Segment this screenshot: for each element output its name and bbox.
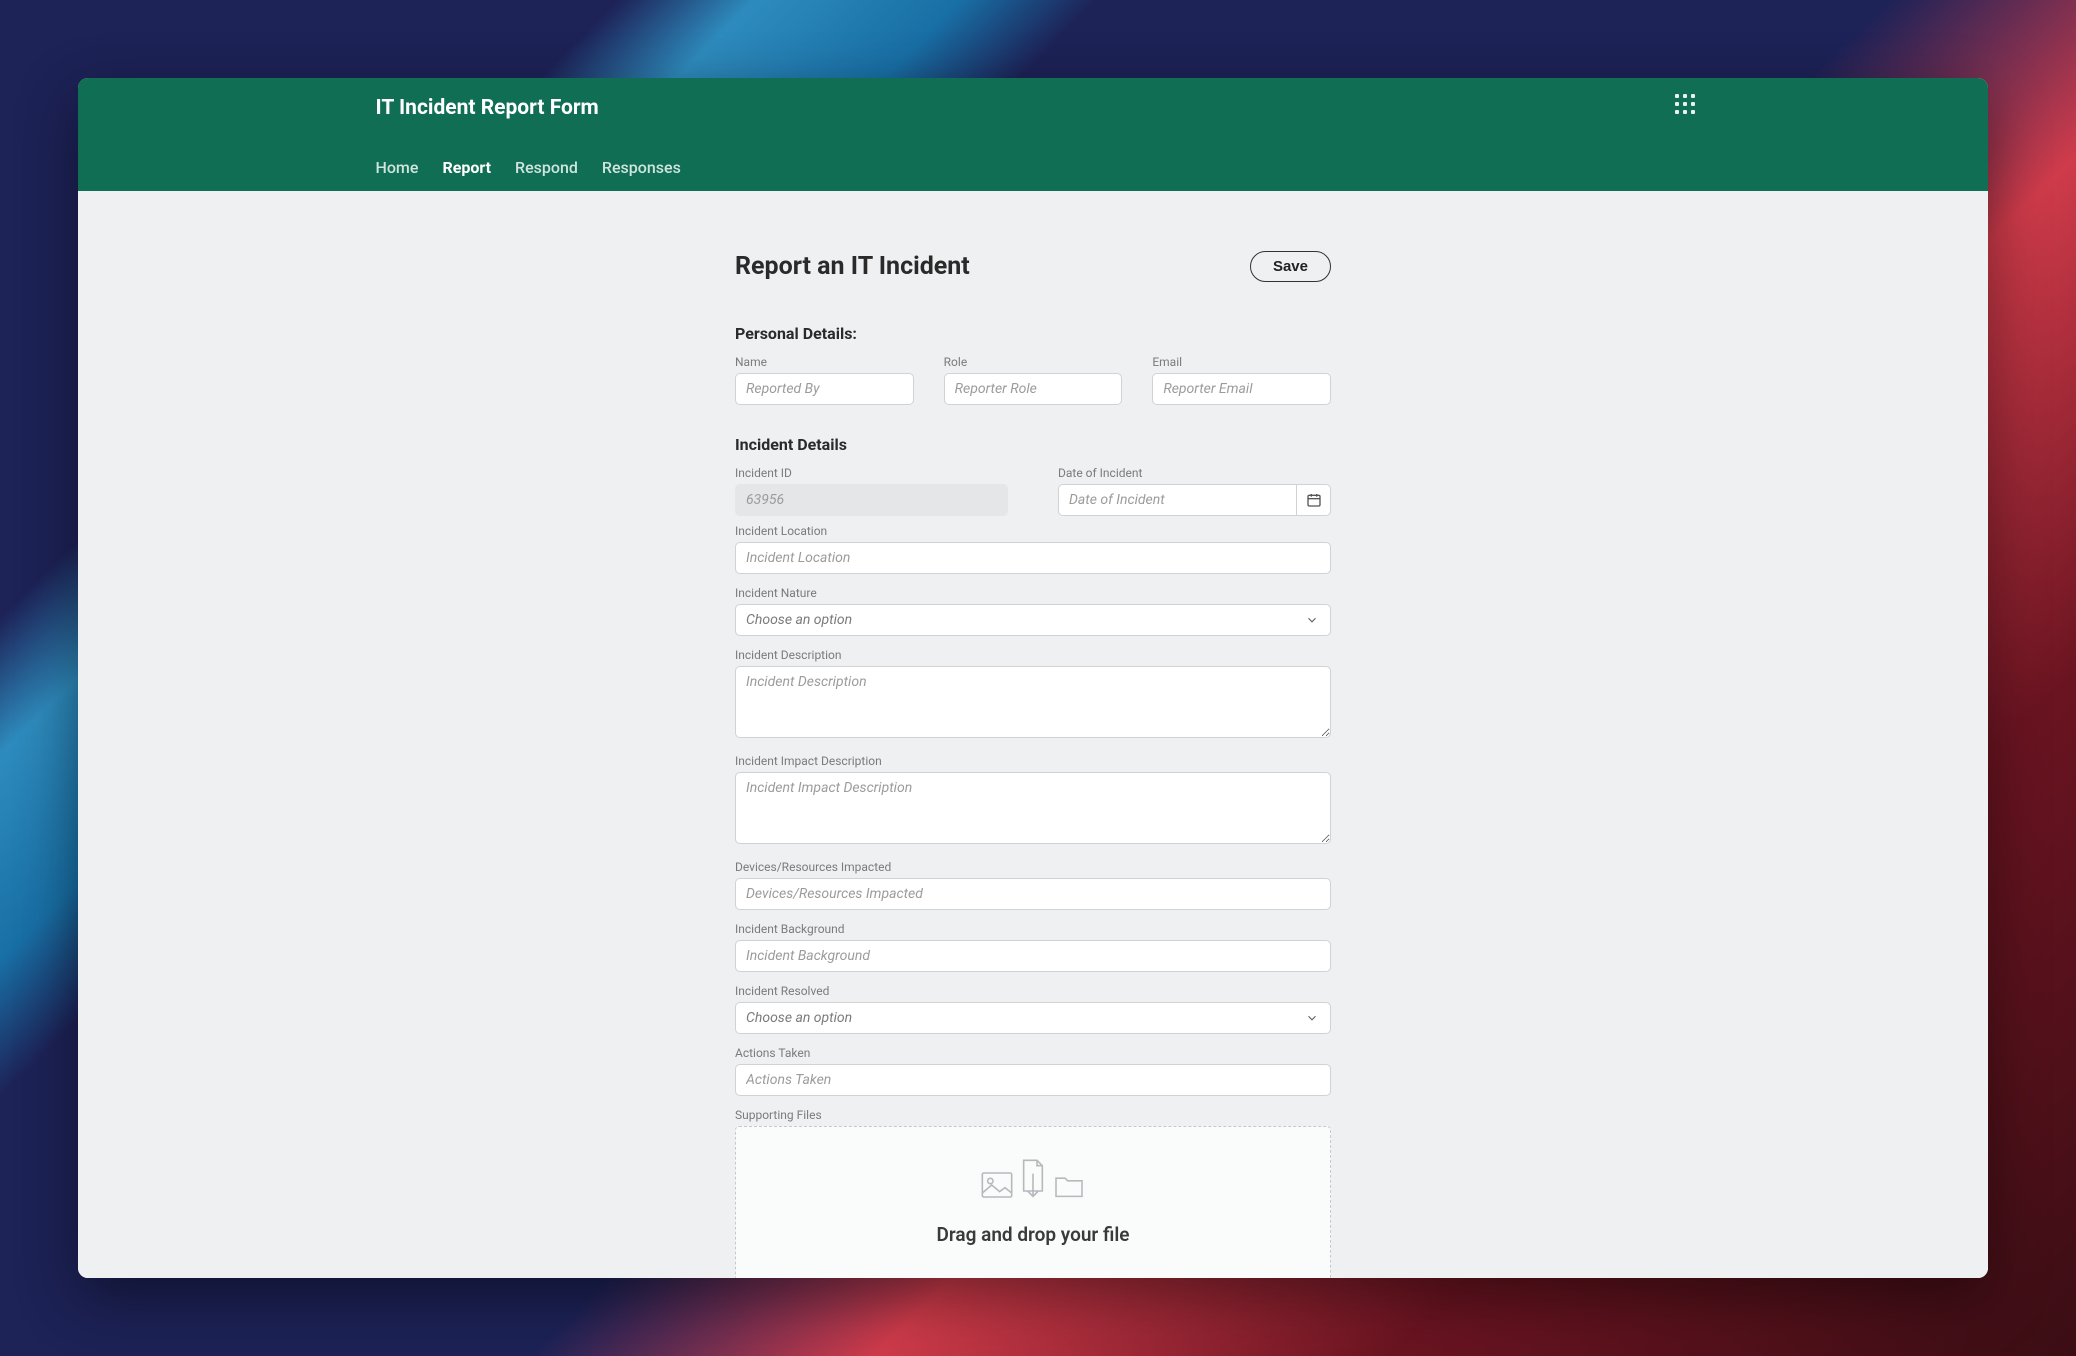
devices-impacted-input[interactable] — [735, 878, 1331, 910]
incident-impact-textarea[interactable] — [735, 772, 1331, 844]
nav-tab-responses[interactable]: Responses — [602, 158, 681, 177]
page-scroll[interactable]: IT Incident Report Form Home Report Resp… — [78, 78, 1988, 1278]
label-actions-taken: Actions Taken — [735, 1046, 1331, 1060]
label-incident-description: Incident Description — [735, 648, 1331, 662]
section-incident-details: Incident Details — [735, 435, 1331, 454]
label-incident-location: Incident Location — [735, 524, 1331, 538]
page-title: Report an IT Incident — [735, 252, 970, 281]
save-button[interactable]: Save — [1250, 251, 1331, 282]
incident-resolved-select[interactable]: Choose an option — [735, 1002, 1331, 1034]
label-incident-id: Incident ID — [735, 466, 1008, 480]
section-personal-details: Personal Details: — [735, 324, 1331, 343]
date-of-incident-input[interactable] — [1058, 484, 1297, 516]
nav-tab-report[interactable]: Report — [442, 158, 491, 177]
label-devices-resources-impacted: Devices/Resources Impacted — [735, 860, 1331, 874]
nav-tab-home[interactable]: Home — [376, 158, 419, 177]
incident-nature-select[interactable]: Choose an option — [735, 604, 1331, 636]
label-name: Name — [735, 355, 914, 369]
label-incident-nature: Incident Nature — [735, 586, 1331, 600]
file-drop-area[interactable]: Drag and drop your file — [735, 1126, 1331, 1278]
email-input[interactable] — [1152, 373, 1331, 405]
label-incident-impact-description: Incident Impact Description — [735, 754, 1331, 768]
label-email: Email — [1152, 355, 1331, 369]
incident-background-input[interactable] — [735, 940, 1331, 972]
label-incident-resolved: Incident Resolved — [735, 984, 1331, 998]
label-incident-background: Incident Background — [735, 922, 1331, 936]
role-input[interactable] — [944, 373, 1123, 405]
name-input[interactable] — [735, 373, 914, 405]
label-role: Role — [944, 355, 1123, 369]
incident-id-input — [735, 484, 1008, 516]
report-form: Report an IT Incident Save Personal Deta… — [735, 191, 1331, 1278]
nav-tabs: Home Report Respond Responses — [376, 122, 1691, 191]
app-window: IT Incident Report Form Home Report Resp… — [78, 78, 1988, 1278]
image-file-icon — [981, 1171, 1013, 1199]
apps-grid-icon[interactable] — [1675, 94, 1695, 114]
label-date-of-incident: Date of Incident — [1058, 466, 1331, 480]
folder-icon — [1053, 1173, 1085, 1199]
document-download-icon — [1019, 1159, 1047, 1199]
incident-description-textarea[interactable] — [735, 666, 1331, 738]
date-picker-button[interactable] — [1297, 484, 1331, 516]
calendar-icon — [1306, 492, 1322, 508]
app-header: IT Incident Report Form Home Report Resp… — [78, 78, 1988, 191]
label-supporting-files: Supporting Files — [735, 1108, 1331, 1122]
file-drop-text: Drag and drop your file — [756, 1223, 1310, 1246]
app-title: IT Incident Report Form — [376, 92, 1691, 122]
nav-tab-respond[interactable]: Respond — [515, 158, 578, 177]
actions-taken-input[interactable] — [735, 1064, 1331, 1096]
incident-location-input[interactable] — [735, 542, 1331, 574]
